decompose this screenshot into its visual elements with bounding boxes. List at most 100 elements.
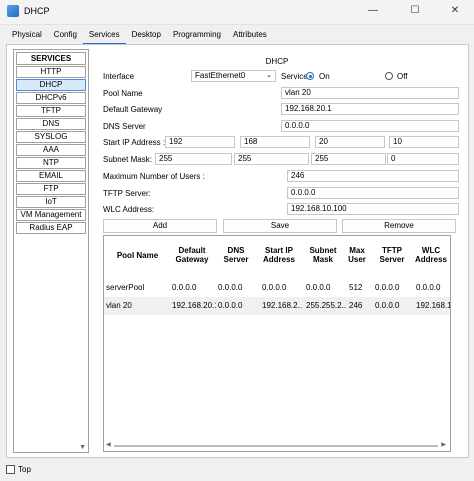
cell-tftp-server: 0.0.0.0: [375, 283, 400, 292]
cell-start-ip: 0.0.0.0: [262, 283, 287, 292]
tab-physical[interactable]: Physical: [6, 27, 48, 43]
tab-desktop[interactable]: Desktop: [126, 27, 167, 43]
interface-label: Interface: [103, 72, 135, 81]
cell-pool-name: serverPool: [106, 283, 145, 292]
pool-table: Pool Name Default Gateway DNS Server Sta…: [103, 235, 451, 452]
cell-subnet-mask: 255.255.2...: [306, 301, 346, 310]
dns-server-field[interactable]: 0.0.0.0: [281, 120, 459, 132]
window-title: DHCP: [24, 6, 50, 16]
panel-title: DHCP: [265, 57, 289, 66]
subnet-mask-label: Subnet Mask:: [103, 155, 152, 164]
sidebar-item-vm-management[interactable]: VM Management: [16, 209, 86, 221]
cell-dns-server: 0.0.0.0: [218, 283, 243, 292]
sidebar-scrollbar[interactable]: ▼: [14, 442, 88, 452]
subnet-mask-octet-1[interactable]: 255: [155, 153, 232, 165]
add-button[interactable]: Add: [103, 219, 217, 233]
sidebar-item-syslog[interactable]: SYSLOG: [16, 131, 86, 143]
table-row[interactable]: vlan 20 192.168.20.1 0.0.0.0 192.168.2..…: [104, 297, 450, 315]
chevron-down-icon: ⌄: [266, 72, 272, 79]
title-bar: DHCP — ☐ ✕: [0, 0, 474, 25]
cell-pool-name: vlan 20: [106, 301, 132, 310]
scroll-left-icon[interactable]: ◀: [106, 441, 111, 448]
close-button[interactable]: ✕: [442, 3, 468, 19]
start-ip-octet-4[interactable]: 10: [389, 136, 459, 148]
max-users-field[interactable]: 246: [287, 170, 459, 182]
start-ip-octet-2[interactable]: 168: [240, 136, 310, 148]
scrollbar-thumb[interactable]: [114, 445, 438, 447]
save-button[interactable]: Save: [223, 219, 337, 233]
cell-subnet-mask: 0.0.0.0: [306, 283, 331, 292]
col-max-user[interactable]: Max User: [346, 236, 368, 274]
sidebar-item-ftp[interactable]: FTP: [16, 183, 86, 195]
col-pool-name[interactable]: Pool Name: [110, 236, 165, 274]
app-icon: [7, 5, 19, 17]
table-horizontal-scrollbar[interactable]: ◀ ▶: [106, 441, 446, 449]
scroll-right-icon[interactable]: ▶: [441, 441, 446, 448]
dhcp-panel: DHCP Interface FastEthernet0 ⌄ Service O…: [95, 45, 468, 457]
sidebar-item-email[interactable]: EMAIL: [16, 170, 86, 182]
scroll-down-icon[interactable]: ▼: [79, 444, 86, 451]
service-off-label: Off: [397, 72, 408, 81]
tftp-server-label: TFTP Server:: [103, 189, 151, 198]
service-label: Service: [281, 72, 308, 81]
tab-attributes[interactable]: Attributes: [227, 27, 273, 43]
pool-name-label: Pool Name: [103, 89, 143, 98]
minimize-button[interactable]: —: [360, 3, 386, 19]
services-sidebar: SERVICES HTTP DHCP DHCPv6 TFTP DNS SYSLO…: [13, 49, 89, 453]
sidebar-header: SERVICES: [16, 52, 86, 65]
start-ip-label: Start IP Address :: [103, 138, 166, 147]
col-default-gateway[interactable]: Default Gateway: [170, 236, 214, 274]
footer: Top: [0, 460, 474, 481]
col-dns-server[interactable]: DNS Server: [216, 236, 256, 274]
sidebar-item-http[interactable]: HTTP: [16, 66, 86, 78]
col-tftp-server[interactable]: TFTP Server: [374, 236, 410, 274]
sidebar-item-dhcp[interactable]: DHCP: [16, 79, 86, 91]
cell-max-user: 512: [349, 283, 363, 292]
start-ip-octet-1[interactable]: 192: [165, 136, 235, 148]
interface-select[interactable]: FastEthernet0 ⌄: [191, 70, 276, 82]
remove-button[interactable]: Remove: [342, 219, 456, 233]
maximize-button[interactable]: ☐: [402, 3, 428, 19]
sidebar-item-radius-eap[interactable]: Radius EAP: [16, 222, 86, 234]
col-subnet-mask[interactable]: Subnet Mask: [302, 236, 344, 274]
wlc-address-label: WLC Address:: [103, 205, 155, 214]
start-ip-octet-3[interactable]: 20: [315, 136, 385, 148]
cell-default-gateway: 192.168.20.1: [172, 301, 216, 310]
tab-services[interactable]: Services: [82, 27, 126, 45]
table-header: Pool Name Default Gateway DNS Server Sta…: [104, 236, 450, 274]
tftp-server-field[interactable]: 0.0.0.0: [287, 187, 459, 199]
sidebar-item-dns[interactable]: DNS: [16, 118, 86, 130]
service-off-radio[interactable]: [385, 72, 393, 80]
wlc-address-field[interactable]: 192.168.10.100: [287, 203, 459, 215]
default-gateway-label: Default Gateway: [103, 105, 163, 114]
subnet-mask-octet-4[interactable]: 0: [387, 153, 459, 165]
cell-wlc-address: 192.168.1...: [416, 301, 450, 310]
subnet-mask-octet-2[interactable]: 255: [234, 153, 309, 165]
col-start-ip-address[interactable]: Start IP Address: [261, 236, 297, 274]
pool-name-field[interactable]: vlan 20: [281, 87, 459, 99]
sidebar-item-tftp[interactable]: TFTP: [16, 105, 86, 117]
sidebar-item-dhcpv6[interactable]: DHCPv6: [16, 92, 86, 104]
table-row[interactable]: serverPool 0.0.0.0 0.0.0.0 0.0.0.0 0.0.0…: [104, 279, 450, 297]
sidebar-item-ntp[interactable]: NTP: [16, 157, 86, 169]
cell-wlc-address: 0.0.0.0: [416, 283, 441, 292]
top-label: Top: [18, 465, 31, 474]
service-on-label: On: [319, 72, 330, 81]
cell-max-user: 246: [349, 301, 363, 310]
tab-config[interactable]: Config: [48, 27, 83, 43]
cell-start-ip: 192.168.2...: [262, 301, 302, 310]
default-gateway-field[interactable]: 192.168.20.1: [281, 103, 459, 115]
tab-bar: Physical Config Services Desktop Program…: [6, 27, 273, 45]
tab-programming[interactable]: Programming: [167, 27, 227, 43]
service-on-radio[interactable]: [306, 72, 314, 80]
subnet-mask-octet-3[interactable]: 255: [311, 153, 386, 165]
cell-default-gateway: 0.0.0.0: [172, 283, 197, 292]
dns-server-label: DNS Server: [103, 122, 146, 131]
services-content: SERVICES HTTP DHCP DHCPv6 TFTP DNS SYSLO…: [6, 44, 469, 458]
interface-value: FastEthernet0: [195, 71, 246, 80]
sidebar-item-aaa[interactable]: AAA: [16, 144, 86, 156]
col-wlc-address[interactable]: WLC Address: [414, 236, 448, 274]
sidebar-item-iot[interactable]: IoT: [16, 196, 86, 208]
cell-tftp-server: 0.0.0.0: [375, 301, 400, 310]
top-checkbox[interactable]: [6, 465, 15, 474]
